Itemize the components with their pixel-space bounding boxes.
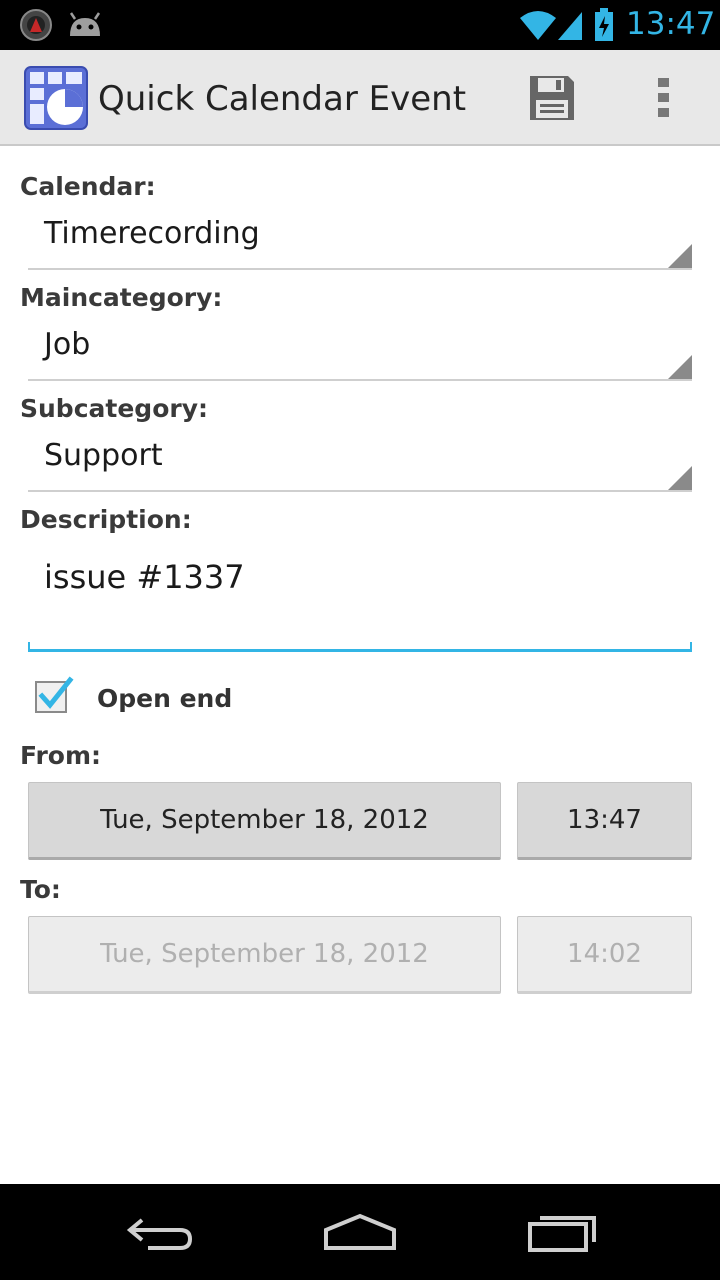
to-time-button[interactable]: 14:02 — [517, 916, 692, 994]
overflow-menu-icon — [658, 78, 669, 117]
notification-app-icon — [20, 9, 52, 41]
calendar-value: Timerecording — [44, 216, 260, 251]
input-focus-underline — [28, 642, 692, 652]
from-time-button[interactable]: 13:47 — [517, 782, 692, 860]
spinner-underline — [28, 268, 692, 270]
spinner-underline — [28, 490, 692, 492]
open-end-checkbox[interactable] — [34, 676, 74, 716]
dropdown-arrow-icon — [668, 244, 692, 268]
calendar-app-icon[interactable] — [24, 66, 88, 130]
maincategory-label: Maincategory: — [20, 283, 223, 312]
android-icon — [69, 12, 101, 36]
dropdown-arrow-icon — [668, 355, 692, 379]
back-icon[interactable] — [118, 1206, 202, 1258]
status-time: 13:47 — [626, 6, 716, 42]
dropdown-arrow-icon — [668, 466, 692, 490]
to-date-button[interactable]: Tue, September 18, 2012 — [28, 916, 501, 994]
calendar-label: Calendar: — [20, 172, 156, 201]
subcategory-value: Support — [44, 438, 163, 473]
action-bar: Quick Calendar Event — [0, 50, 720, 146]
description-input[interactable]: issue #1337 — [28, 548, 692, 652]
app-title: Quick Calendar Event — [98, 79, 467, 119]
wifi-icon — [520, 11, 556, 40]
subcategory-spinner[interactable]: Support — [28, 434, 692, 492]
home-icon[interactable] — [318, 1206, 402, 1258]
save-button[interactable] — [512, 64, 592, 132]
spinner-underline — [28, 379, 692, 381]
from-date-button[interactable]: Tue, September 18, 2012 — [28, 782, 501, 860]
status-bar: 13:47 — [0, 0, 720, 50]
battery-charging-icon — [595, 8, 613, 41]
from-label: From: — [20, 741, 102, 770]
maincategory-value: Job — [44, 327, 91, 362]
description-label: Description: — [20, 505, 192, 534]
navigation-bar — [0, 1184, 720, 1280]
signal-icon — [558, 12, 582, 40]
description-value: issue #1337 — [44, 558, 245, 596]
overflow-menu-button[interactable] — [632, 64, 696, 132]
save-icon — [530, 76, 574, 120]
open-end-label[interactable]: Open end — [97, 684, 232, 713]
to-label: To: — [20, 875, 61, 904]
maincategory-spinner[interactable]: Job — [28, 323, 692, 381]
recent-apps-icon[interactable] — [520, 1202, 604, 1258]
calendar-spinner[interactable]: Timerecording — [28, 212, 692, 270]
subcategory-label: Subcategory: — [20, 394, 208, 423]
